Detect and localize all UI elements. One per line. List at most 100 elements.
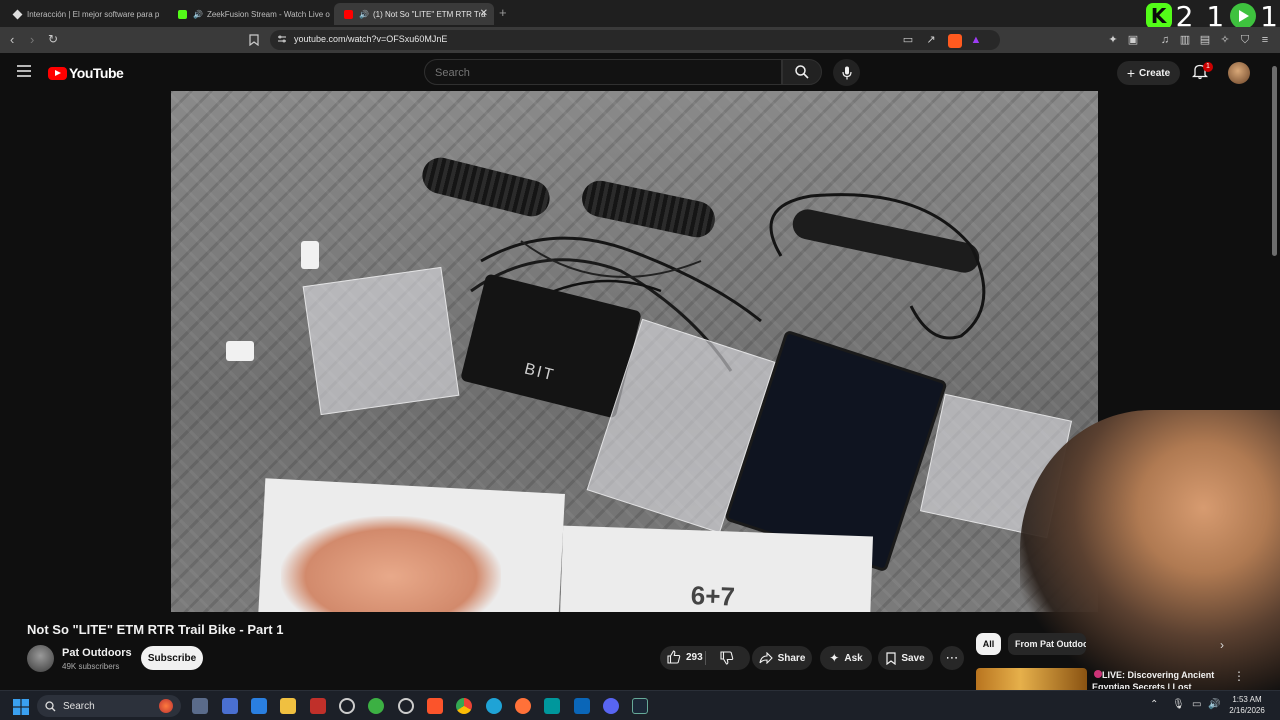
system-clock[interactable]: 1:53 AM 2/16/2026 [1226, 694, 1268, 716]
chip-from-channel[interactable]: From Pat Outdoors [1008, 633, 1086, 655]
file-explorer-icon[interactable] [280, 698, 296, 714]
share-page-icon[interactable]: ↗ [925, 34, 937, 46]
menu-icon[interactable]: ≡ [1259, 34, 1271, 46]
youtube-logo[interactable]: YouTube [48, 65, 124, 81]
share-button[interactable]: Share [752, 646, 812, 670]
task-view-icon[interactable] [192, 698, 208, 714]
network-icon[interactable]: ▭ [1192, 699, 1201, 710]
kick-logo-icon: K [1145, 3, 1172, 29]
like-button[interactable]: 293 [667, 650, 703, 664]
windows-start-icon[interactable] [13, 699, 29, 715]
app-icon[interactable] [368, 698, 384, 714]
media-icon[interactable]: ♫ [1159, 34, 1171, 46]
tab-title: (1) Not So "LITE" ETM RTR Tra [372, 9, 486, 19]
ask-button[interactable]: ✦ Ask [820, 646, 872, 670]
browser-toolbar: ‹ › ↻ youtube.com/watch?v=OFSxu60MJnE ▭ … [0, 27, 1280, 53]
youtube-favicon-icon [344, 9, 353, 19]
tab-title: Interacción | El mejor software para p [27, 9, 160, 19]
back-icon[interactable]: ‹ [10, 32, 14, 47]
account-avatar[interactable] [1228, 62, 1250, 84]
chevron-right-icon[interactable]: › [1220, 638, 1224, 652]
ask-label: Ask [844, 652, 863, 664]
volume-icon[interactable]: 🔊 [1208, 699, 1220, 710]
recommendation-thumbnail[interactable] [976, 668, 1087, 690]
channel-name[interactable]: Pat Outdoors [62, 647, 132, 659]
youtube-play-icon [48, 66, 67, 80]
subscribe-button[interactable]: Subscribe [141, 646, 203, 670]
tab-zeekfusion[interactable]: 🔊 ZeekFusion Stream - Watch Live o [168, 3, 330, 25]
arduino-icon[interactable] [544, 698, 560, 714]
discord-icon[interactable] [603, 698, 619, 714]
chrome-icon[interactable] [456, 698, 472, 714]
recommendation-title[interactable]: LIVE: Discovering Ancient Egyptian Secre… [1092, 669, 1222, 689]
cast-icon[interactable]: ▭ [902, 34, 914, 46]
site-info-icon[interactable] [276, 34, 288, 46]
tab-search-icon[interactable]: ▤ [1199, 34, 1211, 46]
wallet-icon[interactable]: ▣ [1127, 34, 1139, 46]
sidebar-icon[interactable]: ▥ [1179, 34, 1191, 46]
tab-title: ZeekFusion Stream - Watch Live o [206, 9, 330, 19]
clock-app-icon[interactable] [339, 698, 355, 714]
app-icon[interactable] [398, 698, 414, 714]
subscriber-count: 49K subscribers [62, 662, 120, 671]
microphone-tray-icon[interactable]: 🎙 [1172, 699, 1185, 710]
thumbs-down-icon [720, 651, 734, 665]
paper-text: 6+7 [690, 580, 736, 612]
vscode-icon[interactable] [574, 698, 590, 714]
like-count: 293 [686, 651, 703, 663]
chevron-up-icon[interactable]: ⌃ [1150, 699, 1158, 710]
windows-taskbar: Search ⌃ 🎙 ▭ 🔊 1:53 AM 2/16/2026 [0, 690, 1280, 720]
brave-browser-icon[interactable] [427, 698, 443, 714]
share-icon [759, 652, 773, 664]
recommendation-title-text: LIVE: Discovering Ancient Egyptian Secre… [1092, 670, 1215, 689]
play-logo-icon [1230, 3, 1257, 29]
forward-icon[interactable]: › [30, 32, 34, 47]
search-input[interactable] [435, 65, 765, 80]
new-tab-button[interactable]: + [499, 5, 507, 20]
save-label: Save [901, 652, 925, 664]
tab-youtube[interactable]: 🔊 (1) Not So "LITE" ETM RTR Tra ✕ [334, 3, 494, 25]
app-icon[interactable] [251, 698, 267, 714]
voice-search-button[interactable] [833, 59, 860, 86]
share-label: Share [777, 652, 806, 664]
search-button[interactable] [782, 59, 822, 85]
brave-shields-icon[interactable] [948, 34, 962, 48]
video-title: Not So "LITE" ETM RTR Trail Bike - Part … [27, 622, 284, 637]
tab-interaccion[interactable]: Interacción | El mejor software para p [4, 3, 164, 25]
create-button[interactable]: + Create [1117, 61, 1180, 85]
app-icon[interactable] [222, 698, 238, 714]
search-box[interactable] [424, 59, 782, 85]
brave-rewards-icon[interactable]: ▲ [970, 34, 982, 46]
close-tab-icon[interactable]: ✕ [480, 8, 488, 19]
video-player[interactable]: BIT 6+7 [171, 91, 1098, 612]
edge-icon[interactable] [486, 698, 502, 714]
extensions-icon[interactable]: ✦ [1107, 34, 1119, 46]
hardware-bag [302, 266, 460, 416]
hamburger-menu-icon[interactable] [17, 64, 31, 82]
taskbar-search[interactable]: Search [37, 695, 181, 717]
save-button[interactable]: Save [878, 646, 933, 670]
address-bar[interactable]: youtube.com/watch?v=OFSxu60MJnE ▭ ↗ ▲ [270, 30, 1000, 50]
vpn-icon[interactable]: ⛉ [1239, 34, 1251, 46]
channel-avatar[interactable] [27, 645, 54, 672]
steam-icon[interactable] [632, 698, 648, 714]
presenter-hand [281, 516, 501, 612]
paper-sheet: 6+7 [559, 525, 873, 612]
plus-icon: + [1126, 65, 1136, 81]
youtube-header: YouTube + Create 1 [0, 53, 1280, 91]
thumbs-up-icon [667, 650, 681, 664]
throttle-cable [769, 193, 986, 340]
firefox-icon[interactable] [515, 698, 531, 714]
reload-icon[interactable]: ↻ [48, 32, 58, 46]
search-icon [795, 65, 809, 79]
bookmark-save-icon [886, 651, 896, 665]
like-dislike-group: 293 [660, 646, 750, 670]
app-icon[interactable] [310, 698, 326, 714]
more-actions-button[interactable]: ⋯ [940, 646, 964, 670]
dislike-button[interactable] [720, 651, 734, 668]
leo-ai-icon[interactable]: ✧ [1219, 34, 1231, 46]
page-scrollbar[interactable] [1272, 66, 1277, 256]
bookmark-icon[interactable] [248, 34, 260, 47]
recommendation-menu-icon[interactable]: ⋮ [1233, 669, 1245, 683]
chip-all[interactable]: All [976, 633, 1001, 655]
